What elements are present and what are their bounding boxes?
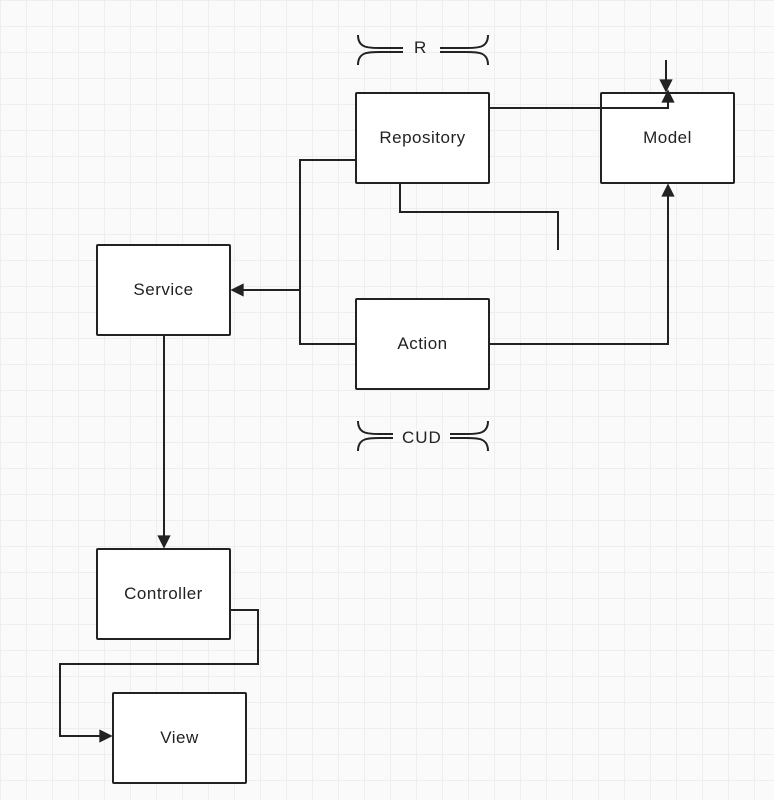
node-repository-label: Repository xyxy=(379,128,465,148)
node-view-label: View xyxy=(160,728,199,748)
node-controller: Controller xyxy=(96,548,231,640)
node-view: View xyxy=(112,692,247,784)
edge-action-service xyxy=(233,290,355,344)
node-repository: Repository xyxy=(355,92,490,184)
edge-action-model xyxy=(490,186,668,344)
edge-repository-down xyxy=(400,184,558,250)
node-service-label: Service xyxy=(133,280,193,300)
annotation-r: R xyxy=(414,38,427,58)
node-service: Service xyxy=(96,244,231,336)
node-action: Action xyxy=(355,298,490,390)
node-controller-label: Controller xyxy=(124,584,203,604)
diagram-canvas: R Repository Model Service Action CUD Co… xyxy=(0,0,774,800)
node-model: Model xyxy=(600,92,735,184)
node-model-label: Model xyxy=(643,128,692,148)
annotation-cud: CUD xyxy=(402,428,442,448)
node-action-label: Action xyxy=(397,334,447,354)
edge-repository-service xyxy=(300,160,355,290)
